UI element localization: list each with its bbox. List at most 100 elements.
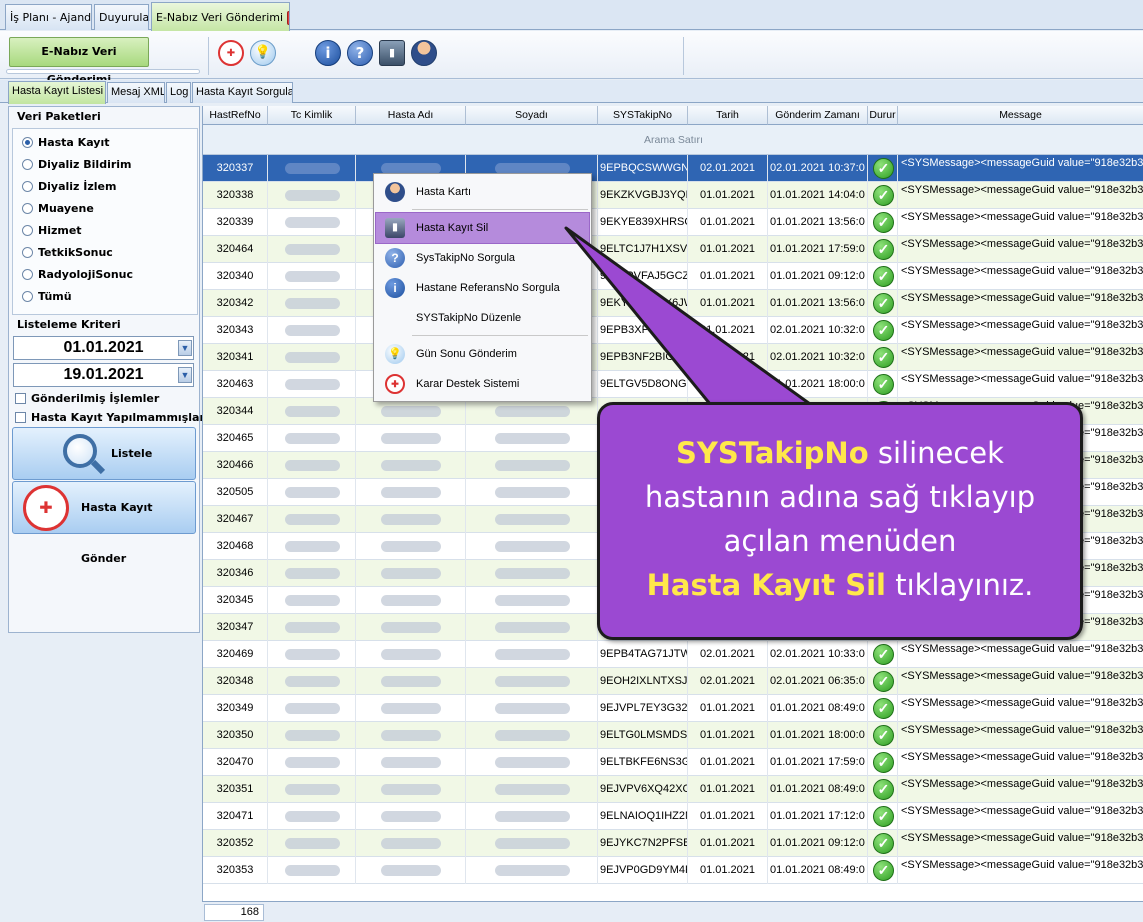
cell-tc-kimlik: [268, 506, 356, 533]
cell-refno: 320353: [203, 857, 268, 884]
cell-message: <SYSMessage><messageGuid value="918e32b3…: [898, 668, 1143, 695]
redacted-value: [495, 622, 570, 633]
radio-dot: [22, 158, 33, 170]
column-header[interactable]: Gönderim Zamanı: [768, 106, 868, 125]
cell-systakipno: 9EJVPL7EY3G32M: [598, 695, 688, 722]
send-button[interactable]: ✚ Hasta Kayıt Gönder: [12, 481, 196, 565]
redacted-value: [381, 730, 441, 741]
radio-diyaliz-bildirim[interactable]: Diyaliz Bildirim: [22, 156, 132, 174]
menu-item-label: SysTakipNo Sorgula: [416, 252, 516, 264]
cell-hasta-adi: [356, 614, 466, 641]
cell-tarih: 01.01.2021: [688, 776, 768, 803]
check-circle-icon: ✓: [873, 374, 894, 395]
radio-tetkik-sonuc[interactable]: TetkikSonuc: [22, 244, 113, 262]
cell-durum: ✓: [868, 290, 898, 317]
cell-tarih: 01.01.2021: [688, 857, 768, 884]
radio-hizmet[interactable]: Hizmet: [22, 222, 82, 240]
logo-icon[interactable]: ✚: [218, 40, 244, 66]
table-row[interactable]: 320353 9EJVP0GD9YM4F701.01.202101.01.2021…: [203, 857, 1143, 884]
column-header[interactable]: Hasta Adı: [356, 106, 466, 125]
trash-icon[interactable]: ▮: [379, 40, 405, 66]
redacted-value: [495, 406, 570, 417]
table-row[interactable]: 320348 9EOH2IXLNTXSJW02.01.202102.01.2021…: [203, 668, 1143, 695]
radio-hasta-kayit[interactable]: Hasta Kayıt: [22, 134, 110, 152]
not-registered-checkbox[interactable]: Hasta Kayıt Yapılmammışlar: [15, 410, 205, 426]
end-date-value: 19.01.2021: [63, 366, 144, 383]
cell-systakipno: 9ELTBKFE6NS3GL: [598, 749, 688, 776]
redacted-value: [495, 676, 570, 687]
radio-muayene[interactable]: Muayene: [22, 200, 94, 218]
table-row[interactable]: 320351 9EJVPV6XQ42XCL 01.01.2021 01.01.2021…: [203, 776, 1143, 803]
tab-enabiz[interactable]: E-Nabız Veri Gönderimi×: [151, 2, 290, 31]
column-header[interactable]: Message: [898, 106, 1143, 125]
redacted-value: [285, 487, 340, 498]
redacted-value: [381, 649, 441, 660]
menu-item-gun-sonu[interactable]: 💡 Gün Sonu Gönderim: [376, 339, 589, 369]
redacted-value: [285, 244, 340, 255]
column-header[interactable]: HastRefNo: [203, 106, 268, 125]
start-date-field[interactable]: 01.01.2021 ▼: [13, 336, 194, 360]
column-header[interactable]: Tc Kimlik: [268, 106, 356, 125]
table-row[interactable]: 320471 9ELNAIOQ1IHZ2M 01.01.2021 01.01.2021…: [203, 803, 1143, 830]
check-circle-icon: ✓: [873, 806, 894, 827]
redacted-value: [381, 838, 441, 849]
table-row[interactable]: 320469 9EPB4TAG71JTWC02.01.202102.01.2021…: [203, 641, 1143, 668]
cell-soyadi: [466, 533, 598, 560]
menu-item-systakipno-sorgula[interactable]: ? SysTakipNo Sorgula: [376, 243, 589, 273]
column-header[interactable]: Durur: [868, 106, 898, 125]
chevron-down-icon[interactable]: ▼: [178, 367, 192, 383]
tab-is-plani[interactable]: İş Planı - Ajanda: [5, 4, 92, 30]
menu-item-systakipno-duzenle[interactable]: SYSTakipNo Düzenle: [376, 303, 589, 333]
tab-log[interactable]: Log: [166, 82, 191, 103]
end-date-field[interactable]: 19.01.2021 ▼: [13, 363, 194, 387]
callout-text: SYSTakipNo silinecek hastanın adına sağ …: [600, 431, 1080, 607]
tab-label: İş Planı - Ajanda: [10, 11, 92, 24]
callout-line: tıklayınız.: [885, 568, 1034, 602]
radio-diyaliz-izlem[interactable]: Diyaliz İzlem: [22, 178, 116, 196]
chevron-down-icon[interactable]: ▼: [178, 340, 192, 356]
cell-message: <SYSMessage><messageGuid value="918e32b3…: [898, 236, 1143, 263]
cell-hasta-adi: [356, 560, 466, 587]
menu-item-hasta-karti[interactable]: Hasta Kartı: [376, 177, 589, 207]
table-row[interactable]: 320349 9EJVPL7EY3G32M 01.01.2021 01.01.2021…: [203, 695, 1143, 722]
list-button[interactable]: Listele: [12, 427, 196, 480]
redacted-value: [381, 406, 441, 417]
radio-radyoloji-sonuc[interactable]: RadyolojiSonuc: [22, 266, 133, 284]
question-icon[interactable]: ?: [347, 40, 373, 66]
info-icon[interactable]: i: [315, 40, 341, 66]
table-row[interactable]: 320352 9EJYKC7N2PFSBF 01.01.2021 01.01.2021…: [203, 830, 1143, 857]
menu-item-referansno-sorgula[interactable]: i Hastane ReferansNo Sorgula: [376, 273, 589, 303]
search-row[interactable]: Arama Satırı: [203, 125, 1143, 155]
redacted-value: [381, 703, 441, 714]
tab-hasta-kayit-sorgula[interactable]: Hasta Kayıt Sorgula: [192, 82, 293, 103]
tab-mesaj-xml[interactable]: Mesaj XML: [107, 82, 165, 103]
bulb-icon[interactable]: 💡: [250, 40, 276, 66]
close-icon[interactable]: ×: [287, 11, 289, 25]
radio-dot: [22, 290, 33, 302]
menu-item-hasta-kayit-sil[interactable]: ▮ Hasta Kayıt Sil: [375, 212, 590, 244]
table-row[interactable]: 320338 9EKZKVGBJ3YQRV01.01.202101.01.2021…: [203, 182, 1143, 209]
redacted-value: [285, 271, 340, 282]
column-header[interactable]: Tarih: [688, 106, 768, 125]
cell-refno: 320344: [203, 398, 268, 425]
column-header[interactable]: Soyadı: [466, 106, 598, 125]
table-row[interactable]: 320337 9EPBQCSWWGNE 02.01.2021 02.01.2021 1…: [203, 155, 1143, 182]
cell-hasta-adi: [356, 452, 466, 479]
cell-systakipno: 9EJVPV6XQ42XCL: [598, 776, 688, 803]
cell-soyadi: [466, 668, 598, 695]
menu-item-karar-destek[interactable]: ✚ Karar Destek Sistemi: [376, 369, 589, 399]
page-title-button[interactable]: E-Nabız Veri Gönderimi: [9, 37, 149, 86]
check-circle-icon: ✓: [873, 158, 894, 179]
check-circle-icon: ✓: [873, 347, 894, 368]
tab-duyurular[interactable]: Duyurular: [94, 4, 149, 30]
sent-checkbox[interactable]: Gönderilmiş İşlemler: [15, 391, 159, 407]
radio-tumu[interactable]: Tümü: [22, 288, 72, 306]
cell-hasta-adi: [356, 533, 466, 560]
user-icon[interactable]: [411, 40, 437, 66]
cell-gonderim-zamani: 01.01.2021 17:12:0: [768, 803, 868, 830]
cell-refno: 320464: [203, 236, 268, 263]
column-header[interactable]: SYSTakipNo: [598, 106, 688, 125]
table-row[interactable]: 320470 9ELTBKFE6NS3GL 01.01.2021 01.01.2021…: [203, 749, 1143, 776]
table-row[interactable]: 320350 9ELTG0LMSMDSYC01.01.202101.01.2021…: [203, 722, 1143, 749]
tab-hasta-kayit-listesi[interactable]: Hasta Kayıt Listesi: [8, 81, 106, 104]
